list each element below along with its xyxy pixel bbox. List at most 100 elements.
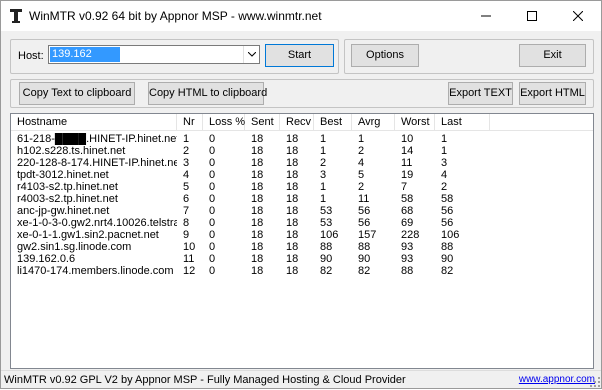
- cell-nr: 1: [183, 133, 190, 145]
- cell-nr: 5: [183, 181, 190, 193]
- column-header-loss[interactable]: Loss %: [203, 114, 245, 131]
- column-header-recv[interactable]: Recv: [280, 114, 314, 131]
- cell-worst: 93: [401, 253, 414, 265]
- start-button[interactable]: Start: [265, 44, 334, 67]
- column-header-last[interactable]: Last: [435, 114, 490, 131]
- cell-loss: 0: [209, 217, 216, 229]
- cell-worst: 10: [401, 133, 414, 145]
- minimize-button[interactable]: [463, 1, 509, 31]
- close-button[interactable]: [555, 1, 601, 31]
- table-row[interactable]: li1470-174.members.linode.com 12 0 18 18 82 82…: [11, 265, 593, 277]
- appnor-link[interactable]: www.appnor.com: [519, 374, 595, 385]
- column-header-best[interactable]: Best: [314, 114, 352, 131]
- cell-worst: 14: [401, 145, 414, 157]
- table-row[interactable]: anc-jp-gw.hinet.net 7 0 18 18 53 56 68 56: [11, 205, 593, 217]
- export-text-button[interactable]: Export TEXT: [448, 82, 513, 105]
- cell-recv: 18: [286, 265, 299, 277]
- cell-hostname: 61-218-████.HINET-IP.hinet.net: [17, 133, 177, 145]
- cell-avrg: 56: [358, 217, 371, 229]
- title-bar[interactable]: WinMTR v0.92 64 bit by Appnor MSP - www.…: [1, 1, 601, 31]
- exit-button[interactable]: Exit: [519, 44, 586, 67]
- cell-loss: 0: [209, 253, 216, 265]
- cell-nr: 12: [183, 265, 196, 277]
- cell-last: 56: [441, 217, 454, 229]
- cell-nr: 6: [183, 193, 190, 205]
- cell-last: 106: [441, 229, 460, 241]
- cell-hostname: gw2.sin1.sg.linode.com: [17, 241, 132, 253]
- maximize-button[interactable]: [509, 1, 555, 31]
- cell-recv: 18: [286, 217, 299, 229]
- cell-nr: 3: [183, 157, 190, 169]
- cell-last: 56: [441, 205, 454, 217]
- table-row[interactable]: xe-0-1-1.gw1.sin2.pacnet.net 9 0 18 18 106 157…: [11, 229, 593, 241]
- cell-best: 106: [320, 229, 339, 241]
- host-combobox[interactable]: 139.162: [48, 45, 260, 64]
- column-header-avrg[interactable]: Avrg: [352, 114, 395, 131]
- chevron-down-icon[interactable]: [243, 46, 259, 63]
- cell-loss: 0: [209, 265, 216, 277]
- cell-best: 3: [320, 169, 327, 181]
- status-text: WinMTR v0.92 GPL V2 by Appnor MSP - Full…: [4, 374, 406, 386]
- resize-grip-icon[interactable]: [590, 377, 600, 387]
- cell-recv: 18: [286, 205, 299, 217]
- column-header-worst[interactable]: Worst: [395, 114, 435, 131]
- cell-worst: 58: [401, 193, 414, 205]
- cell-hostname: anc-jp-gw.hinet.net: [17, 205, 110, 217]
- export-html-button[interactable]: Export HTML: [519, 82, 586, 105]
- cell-worst: 7: [401, 181, 408, 193]
- cell-sent: 18: [251, 193, 264, 205]
- cell-loss: 0: [209, 229, 216, 241]
- cell-loss: 0: [209, 241, 216, 253]
- cell-sent: 18: [251, 241, 264, 253]
- cell-recv: 18: [286, 253, 299, 265]
- cell-sent: 18: [251, 157, 264, 169]
- cell-last: 90: [441, 253, 454, 265]
- cell-best: 90: [320, 253, 333, 265]
- cell-avrg: 157: [358, 229, 377, 241]
- cell-sent: 18: [251, 133, 264, 145]
- cell-loss: 0: [209, 169, 216, 181]
- list-header: Hostname Nr Loss % Sent Recv Best Avrg W…: [11, 114, 593, 131]
- host-input[interactable]: 139.162: [50, 47, 120, 62]
- cell-recv: 18: [286, 193, 299, 205]
- host-label: Host:: [18, 50, 44, 62]
- copy-html-button[interactable]: Copy HTML to clipboard: [148, 82, 267, 105]
- table-row[interactable]: h102.s228.ts.hinet.net 2 0 18 18 1 2 14 1: [11, 145, 593, 157]
- table-row[interactable]: gw2.sin1.sg.linode.com 10 0 18 18 88 88 93 88: [11, 241, 593, 253]
- cell-hostname: xe-1-0-3-0.gw2.nrt4.10026.telstraglob...: [17, 217, 177, 229]
- table-row[interactable]: tpdt-3012.hinet.net 4 0 18 18 3 5 19 4: [11, 169, 593, 181]
- window-title: WinMTR v0.92 64 bit by Appnor MSP - www.…: [29, 9, 322, 23]
- cell-sent: 18: [251, 217, 264, 229]
- status-bar: WinMTR v0.92 GPL V2 by Appnor MSP - Full…: [1, 370, 601, 388]
- cell-worst: 11: [401, 157, 413, 169]
- options-button[interactable]: Options: [351, 44, 419, 67]
- cell-hostname: li1470-174.members.linode.com: [17, 265, 174, 277]
- cell-nr: 8: [183, 217, 190, 229]
- table-row[interactable]: r4103-s2.tp.hinet.net 5 0 18 18 1 2 7 2: [11, 181, 593, 193]
- cell-best: 53: [320, 217, 333, 229]
- column-header-sent[interactable]: Sent: [245, 114, 280, 131]
- cell-nr: 2: [183, 145, 190, 157]
- cell-avrg: 1: [358, 133, 365, 145]
- cell-avrg: 56: [358, 205, 371, 217]
- cell-hostname: 220-128-8-174.HINET-IP.hinet.net: [17, 157, 177, 169]
- cell-recv: 18: [286, 181, 299, 193]
- app-window: WinMTR v0.92 64 bit by Appnor MSP - www.…: [0, 0, 602, 389]
- table-row[interactable]: 61-218-████.HINET-IP.hinet.net 1 0 18 18 1 1 10…: [11, 133, 593, 145]
- results-list[interactable]: Hostname Nr Loss % Sent Recv Best Avrg W…: [10, 113, 594, 369]
- cell-sent: 18: [251, 265, 264, 277]
- copy-text-button[interactable]: Copy Text to clipboard: [19, 82, 135, 105]
- cell-recv: 18: [286, 145, 299, 157]
- table-row[interactable]: xe-1-0-3-0.gw2.nrt4.10026.telstraglob...…: [11, 217, 593, 229]
- column-header-nr[interactable]: Nr: [177, 114, 203, 131]
- table-row[interactable]: r4003-s2.tp.hinet.net 6 0 18 18 1 11 58 58: [11, 193, 593, 205]
- cell-sent: 18: [251, 181, 264, 193]
- cell-avrg: 2: [358, 145, 365, 157]
- cell-last: 2: [441, 181, 448, 193]
- column-header-hostname[interactable]: Hostname: [11, 114, 177, 131]
- cell-sent: 18: [251, 145, 264, 157]
- cell-loss: 0: [209, 181, 216, 193]
- table-row[interactable]: 139.162.0.6 11 0 18 18 90 90 93 90: [11, 253, 593, 265]
- cell-best: 53: [320, 205, 333, 217]
- table-row[interactable]: 220-128-8-174.HINET-IP.hinet.net 3 0 18 18 2 4…: [11, 157, 593, 169]
